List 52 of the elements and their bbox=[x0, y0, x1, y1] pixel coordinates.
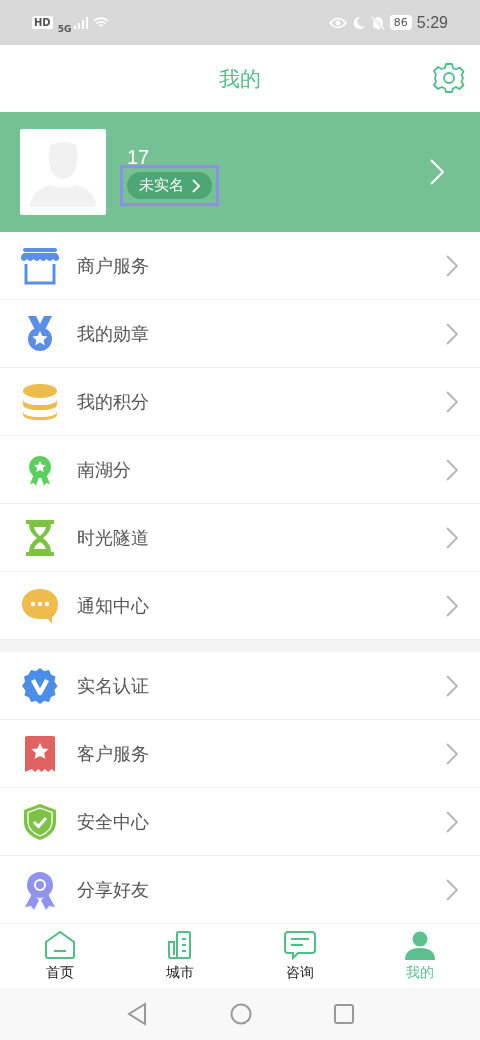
shop-icon bbox=[20, 245, 60, 286]
status-time: 5:29 bbox=[416, 13, 448, 32]
menu-label: 客户服务 bbox=[77, 741, 150, 766]
chevron-icon bbox=[446, 390, 458, 413]
chevron-icon bbox=[446, 810, 458, 833]
moon-icon bbox=[351, 15, 366, 30]
menu-item[interactable]: 商户服务 bbox=[0, 232, 480, 300]
chevron-icon bbox=[430, 159, 444, 185]
menu-item[interactable]: 南湖分 bbox=[0, 436, 480, 504]
network-label: 5G bbox=[57, 23, 72, 34]
signal-icon bbox=[74, 16, 89, 29]
chat-bubble-icon bbox=[283, 930, 317, 960]
back-icon[interactable] bbox=[126, 1002, 148, 1026]
menu-item[interactable]: 我的勋章 bbox=[0, 300, 480, 368]
battery-indicator: 86 bbox=[389, 15, 412, 30]
menu-item[interactable]: 时光隧道 bbox=[0, 504, 480, 572]
hd-indicator: HD bbox=[32, 16, 53, 29]
wifi-icon bbox=[93, 16, 110, 29]
chevron-icon bbox=[446, 742, 458, 765]
menu-label: 分享好友 bbox=[77, 877, 150, 902]
chevron-icon bbox=[446, 254, 458, 277]
menu-item[interactable]: 我的积分 bbox=[0, 368, 480, 436]
verified-badge-icon bbox=[20, 665, 60, 706]
avatar-icon bbox=[20, 129, 106, 215]
menu-label: 实名认证 bbox=[77, 673, 150, 698]
chevron-icon bbox=[446, 674, 458, 697]
settings-icon[interactable] bbox=[432, 61, 466, 95]
chevron-icon bbox=[446, 458, 458, 481]
muted-bell-icon bbox=[370, 15, 385, 30]
page-title: 我的 bbox=[219, 65, 261, 93]
menu-label: 商户服务 bbox=[77, 253, 150, 278]
home-icon[interactable] bbox=[230, 1003, 252, 1025]
menu-item[interactable]: 安全中心 bbox=[0, 788, 480, 856]
menu-label: 我的积分 bbox=[77, 389, 150, 414]
user-name: 17 bbox=[127, 146, 151, 169]
chevron-icon bbox=[446, 322, 458, 345]
menu-item[interactable]: 客户服务 bbox=[0, 720, 480, 788]
recents-icon[interactable] bbox=[334, 1004, 354, 1024]
menu-label: 通知中心 bbox=[77, 593, 150, 618]
menu-label: 时光隧道 bbox=[77, 525, 150, 550]
house-icon bbox=[43, 930, 77, 960]
menu-item[interactable]: 实名认证 bbox=[0, 652, 480, 720]
chevron-icon bbox=[446, 878, 458, 901]
chevron-icon bbox=[446, 594, 458, 617]
eye-icon bbox=[328, 16, 347, 29]
menu-label: 安全中心 bbox=[77, 809, 150, 834]
menu-label: 我的勋章 bbox=[77, 321, 150, 346]
person-icon bbox=[403, 930, 437, 960]
chevron-icon bbox=[446, 526, 458, 549]
menu-item[interactable]: 通知中心 bbox=[0, 572, 480, 640]
menu-label: 南湖分 bbox=[77, 457, 132, 482]
coin-stack-icon bbox=[20, 381, 60, 422]
